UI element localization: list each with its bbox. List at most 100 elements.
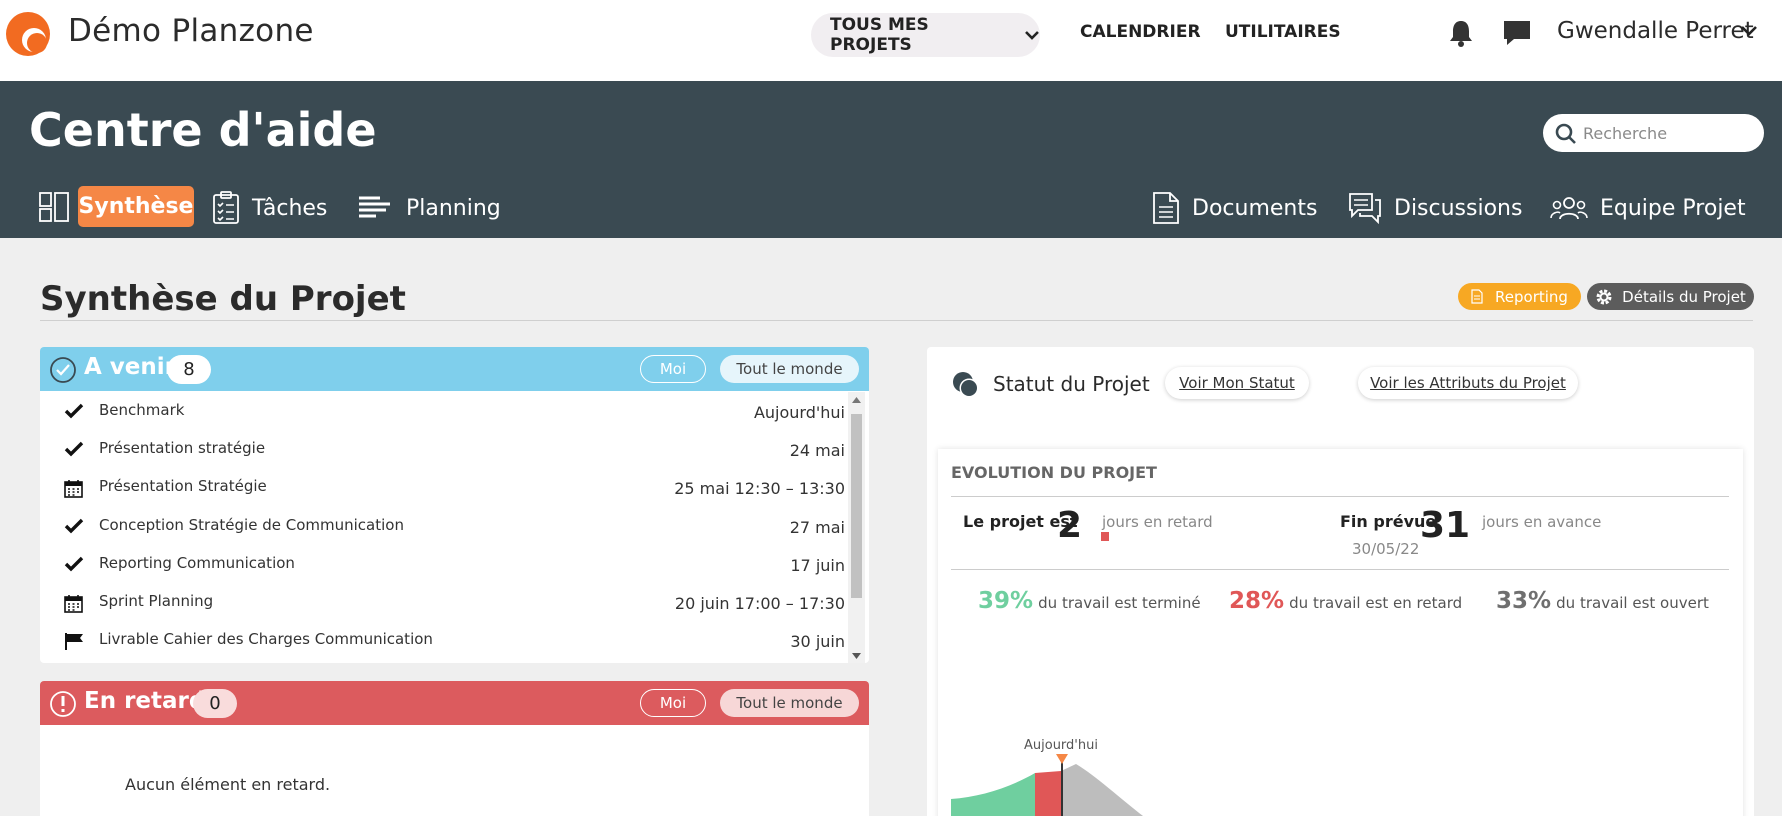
open-percentage: 33% du travail est ouvert bbox=[1496, 588, 1709, 614]
filter-everyone-button[interactable]: Tout le monde bbox=[720, 355, 859, 383]
task-date: 24 mai bbox=[789, 441, 845, 460]
all-projects-dropdown[interactable]: TOUS MES PROJETS bbox=[811, 13, 1040, 57]
late-title: En retard bbox=[84, 688, 206, 714]
tab-synthese[interactable]: Synthèse bbox=[78, 186, 194, 227]
top-navigation-bar: Démo Planzone TOUS MES PROJETS CALENDRIE… bbox=[0, 0, 1782, 81]
tab-documents[interactable]: Documents bbox=[1152, 187, 1317, 229]
today-label: Aujourd'hui bbox=[1024, 738, 1098, 753]
scroll-up-arrow-icon[interactable] bbox=[852, 397, 861, 403]
planned-end-date: 30/05/22 bbox=[1352, 540, 1420, 558]
discussion-icon bbox=[1348, 192, 1382, 224]
days-late-value: 2 bbox=[1057, 505, 1083, 546]
page-title: Synthèse du Projet bbox=[40, 279, 406, 319]
late-header: En retard 0 Moi Tout le monde bbox=[40, 681, 869, 725]
upcoming-task-row[interactable]: Présentation stratégie 24 mai bbox=[40, 430, 845, 468]
task-name[interactable]: Présentation stratégie bbox=[99, 439, 265, 457]
check-icon bbox=[64, 403, 84, 423]
upcoming-task-row[interactable]: Benchmark Aujourd'hui bbox=[40, 392, 845, 430]
task-date: Aujourd'hui bbox=[753, 403, 845, 422]
upcoming-task-row[interactable]: Présentation Stratégie 25 mai 12:30 – 13:… bbox=[40, 468, 845, 506]
calendar-icon bbox=[64, 479, 83, 502]
tab-taches-label: Tâches bbox=[252, 195, 328, 221]
upcoming-title: A venir bbox=[84, 354, 176, 380]
task-date: 25 mai 12:30 – 13:30 bbox=[674, 479, 845, 498]
today-marker-icon bbox=[1056, 754, 1068, 764]
messages-icon[interactable] bbox=[1502, 19, 1532, 47]
days-late-text: jours en retard bbox=[1102, 513, 1213, 531]
task-date: 30 juin bbox=[790, 632, 845, 651]
scroll-down-arrow-icon[interactable] bbox=[852, 653, 861, 659]
nav-calendar[interactable]: CALENDRIER bbox=[1080, 22, 1201, 42]
status-circles-icon bbox=[953, 372, 979, 398]
task-date: 20 juin 17:00 – 17:30 bbox=[674, 594, 845, 613]
app-title[interactable]: Démo Planzone bbox=[68, 13, 314, 49]
tab-equipe-projet-label: Equipe Projet bbox=[1600, 195, 1746, 221]
search-icon bbox=[1555, 123, 1576, 144]
filter-me-button[interactable]: Moi bbox=[640, 355, 706, 383]
upcoming-count-badge: 8 bbox=[167, 355, 211, 384]
tab-planning[interactable]: Planning bbox=[358, 187, 501, 229]
days-ahead-text: jours en avance bbox=[1482, 513, 1602, 531]
reporting-button[interactable]: Reporting bbox=[1458, 283, 1581, 310]
my-status-link[interactable]: Voir Mon Statut bbox=[1165, 367, 1309, 399]
task-name[interactable]: Sprint Planning bbox=[99, 592, 213, 610]
dashboard-icon[interactable] bbox=[38, 191, 70, 223]
task-name[interactable]: Présentation Stratégie bbox=[99, 477, 267, 495]
late-pct-value: 28% bbox=[1229, 588, 1285, 614]
alert-circle-icon bbox=[50, 691, 76, 717]
evolution-divider-bottom bbox=[951, 569, 1729, 570]
project-attributes-link[interactable]: Voir les Attributs du Projet bbox=[1358, 367, 1578, 399]
project-status-panel: Statut du Projet Voir Mon Statut Voir le… bbox=[927, 347, 1754, 816]
project-details-label: Détails du Projet bbox=[1622, 287, 1746, 306]
project-details-button[interactable]: Détails du Projet bbox=[1587, 283, 1754, 310]
all-projects-label: TOUS MES PROJETS bbox=[830, 15, 929, 55]
nav-utilities[interactable]: UTILITAIRES bbox=[1225, 22, 1341, 42]
task-date: 17 juin bbox=[790, 556, 845, 575]
evolution-divider-top bbox=[951, 496, 1729, 497]
tab-equipe-projet[interactable]: Equipe Projet bbox=[1550, 187, 1746, 229]
project-header: Centre d'aide Synthèse Tâches Plan bbox=[0, 81, 1782, 238]
check-circle-icon bbox=[50, 357, 76, 383]
upcoming-task-row[interactable]: Sprint Planning 20 juin 17:00 – 17:30 bbox=[40, 583, 845, 621]
project-title: Centre d'aide bbox=[29, 103, 377, 157]
late-panel: En retard 0 Moi Tout le monde Aucun élém… bbox=[40, 681, 869, 816]
search-input[interactable] bbox=[1583, 120, 1753, 146]
gantt-icon bbox=[358, 195, 394, 221]
planzone-logo-icon[interactable] bbox=[4, 10, 52, 58]
gear-icon bbox=[1595, 288, 1613, 306]
evolution-title: EVOLUTION DU PROJET bbox=[951, 463, 1157, 482]
document-icon bbox=[1152, 191, 1180, 225]
user-menu-chevron-icon[interactable] bbox=[1740, 24, 1758, 38]
tab-taches[interactable]: Tâches bbox=[212, 187, 327, 229]
tab-discussions-label: Discussions bbox=[1394, 195, 1523, 221]
reporting-label: Reporting bbox=[1495, 287, 1568, 306]
late-empty-message: Aucun élément en retard. bbox=[125, 775, 331, 794]
chart-open-area bbox=[1061, 764, 1144, 816]
days-ahead-value: 31 bbox=[1420, 505, 1471, 546]
upcoming-task-row[interactable]: Conception Stratégie de Communication 27 … bbox=[40, 507, 845, 545]
chevron-down-icon bbox=[1025, 31, 1039, 40]
late-filter-everyone-button[interactable]: Tout le monde bbox=[720, 689, 859, 717]
upcoming-task-row[interactable]: Livrable Cahier des Charges Communicatio… bbox=[40, 621, 845, 659]
team-icon bbox=[1550, 195, 1588, 221]
check-icon bbox=[64, 518, 84, 538]
tab-discussions[interactable]: Discussions bbox=[1348, 187, 1522, 229]
flag-icon bbox=[64, 632, 84, 655]
task-name[interactable]: Conception Stratégie de Communication bbox=[99, 516, 404, 534]
scrollbar-thumb[interactable] bbox=[851, 414, 862, 598]
done-pct-value: 39% bbox=[978, 588, 1034, 614]
task-name[interactable]: Benchmark bbox=[99, 401, 184, 419]
check-icon bbox=[64, 441, 84, 461]
search-box[interactable] bbox=[1543, 114, 1764, 152]
late-count-badge: 0 bbox=[193, 689, 237, 718]
status-title: Statut du Projet bbox=[993, 372, 1150, 396]
user-name[interactable]: Gwendalle Perret bbox=[1557, 18, 1754, 44]
task-name[interactable]: Reporting Communication bbox=[99, 554, 295, 572]
report-document-icon bbox=[1471, 289, 1483, 304]
late-filter-me-button[interactable]: Moi bbox=[640, 689, 706, 717]
upcoming-scrollbar[interactable] bbox=[848, 392, 865, 663]
evolution-chart: Aujourd'hui bbox=[951, 738, 1144, 816]
notifications-bell-icon[interactable] bbox=[1448, 19, 1474, 47]
task-name[interactable]: Livrable Cahier des Charges Communicatio… bbox=[99, 630, 433, 648]
upcoming-task-row[interactable]: Reporting Communication 17 juin bbox=[40, 545, 845, 583]
